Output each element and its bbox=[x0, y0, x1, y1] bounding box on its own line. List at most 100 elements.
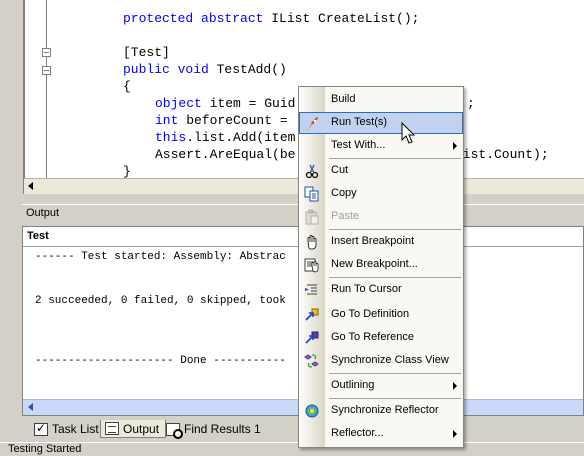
menu-item-build[interactable]: Build bbox=[299, 89, 463, 111]
menu-item-label: Copy bbox=[331, 187, 357, 199]
code-line: Assert.AreEqual(be bbox=[155, 146, 295, 163]
menu-item-run-to-cursor[interactable]: Run To Cursor bbox=[299, 279, 463, 301]
submenu-arrow-icon bbox=[453, 142, 457, 150]
reflector-icon bbox=[305, 404, 319, 418]
code-line: object item = Guid bbox=[155, 95, 295, 112]
rocket-icon bbox=[306, 117, 318, 131]
code-editor: protected abstract IList CreateList(); [… bbox=[0, 0, 584, 194]
menu-item-insert-breakpoint[interactable]: Insert Breakpoint bbox=[299, 231, 463, 253]
menu-item-label: Go To Reference bbox=[331, 331, 414, 343]
menu-item-go-to-reference[interactable]: Go To Reference bbox=[299, 327, 463, 349]
menu-item-cut[interactable]: Cut bbox=[299, 160, 463, 182]
menu-item-outlining[interactable]: Outlining bbox=[299, 375, 463, 397]
menu-item-go-to-definition[interactable]: Go To Definition bbox=[299, 304, 463, 326]
new-breakpoint-icon bbox=[304, 258, 319, 273]
tab-label: Output bbox=[123, 421, 160, 436]
tab-label: Find Results 1 bbox=[184, 422, 261, 436]
code-fragment: ; bbox=[467, 96, 475, 111]
submenu-arrow-icon bbox=[453, 430, 457, 438]
menu-item-label: Cut bbox=[331, 164, 349, 176]
tab-output[interactable]: Output bbox=[100, 420, 167, 438]
output-source-value: Test bbox=[27, 230, 49, 242]
menu-item-label: Run Test(s) bbox=[331, 116, 388, 128]
code-keyword: public void bbox=[123, 62, 209, 77]
menu-item-label: Reflector... bbox=[331, 427, 384, 439]
submenu-arrow-icon bbox=[453, 382, 457, 390]
menu-item-label: Paste bbox=[331, 210, 360, 222]
find-results-icon bbox=[166, 422, 183, 439]
synchronize-class-view-icon bbox=[304, 354, 319, 368]
code-text: .list.Add(item bbox=[186, 130, 296, 145]
status-bar: Testing Started bbox=[0, 442, 584, 456]
code-text: [Test] bbox=[123, 45, 170, 60]
output-line: 2 succeeded, 0 failed, 0 skipped, took bbox=[35, 295, 286, 307]
go-to-definition-icon bbox=[305, 308, 319, 321]
output-line: ------ Test started: Assembly: Abstrac bbox=[35, 251, 286, 263]
menu-item-reflector[interactable]: Reflector... bbox=[299, 423, 463, 445]
menu-item-label: Outlining bbox=[331, 379, 375, 391]
output-panel-title: Output bbox=[26, 207, 60, 219]
code-text: { bbox=[123, 79, 131, 94]
scroll-left-arrow-icon[interactable] bbox=[28, 403, 33, 411]
menu-separator bbox=[329, 277, 461, 278]
code-text: } bbox=[123, 164, 131, 178]
menu-item-label: Synchronize Class View bbox=[331, 354, 449, 366]
code-line: } bbox=[123, 163, 131, 178]
menu-separator bbox=[329, 229, 461, 230]
menu-separator bbox=[329, 158, 461, 159]
code-text: IList CreateList(); bbox=[263, 11, 420, 26]
collapse-box-icon[interactable] bbox=[42, 66, 51, 75]
menu-item-label: New Breakpoint... bbox=[331, 258, 418, 270]
paste-icon bbox=[305, 209, 319, 225]
context-menu: Build Run Test(s) Test With... Cut Copy … bbox=[298, 86, 464, 448]
scroll-left-arrow-icon[interactable] bbox=[28, 182, 33, 190]
menu-item-test-with[interactable]: Test With... bbox=[299, 135, 463, 157]
menu-item-paste: Paste bbox=[299, 206, 463, 228]
code-keyword: int bbox=[155, 113, 179, 128]
menu-item-label: Go To Definition bbox=[331, 308, 410, 320]
scissors-icon bbox=[305, 164, 319, 179]
tab-find-results[interactable]: Find Results 1 bbox=[162, 420, 267, 439]
menu-item-new-breakpoint[interactable]: New Breakpoint... bbox=[299, 254, 463, 276]
code-line: { bbox=[123, 78, 131, 95]
code-text: Assert.AreEqual(be bbox=[155, 147, 296, 162]
menu-item-run-tests[interactable]: Run Test(s) bbox=[299, 112, 463, 134]
run-to-cursor-icon bbox=[305, 284, 317, 295]
task-list-icon bbox=[34, 421, 48, 436]
menu-item-label: Synchronize Reflector bbox=[331, 404, 439, 416]
code-line: this.list.Add(item bbox=[155, 129, 295, 146]
code-text: beforeCount = bbox=[178, 113, 296, 128]
tab-label: Task List bbox=[52, 422, 99, 436]
tab-task-list[interactable]: Task List bbox=[30, 420, 105, 438]
code-line: int beforeCount = bbox=[155, 112, 295, 129]
code-keyword: protected abstract bbox=[123, 11, 264, 26]
outline-line bbox=[46, 0, 47, 178]
output-icon bbox=[105, 422, 119, 435]
menu-item-synchronize-class-view[interactable]: Synchronize Class View bbox=[299, 350, 463, 372]
code-line: [Test] bbox=[123, 44, 170, 61]
menu-item-label: Run To Cursor bbox=[331, 283, 402, 295]
code-line: protected abstract IList CreateList(); bbox=[123, 10, 419, 27]
menu-separator bbox=[329, 373, 461, 374]
output-line: --------------------- Done ----------- bbox=[35, 355, 286, 367]
code-keyword: this bbox=[155, 130, 187, 145]
ide-window: protected abstract IList CreateList(); [… bbox=[0, 0, 584, 456]
outline-gutter bbox=[25, 0, 53, 178]
menu-separator bbox=[329, 398, 461, 399]
code-text: item = Guid bbox=[201, 96, 296, 111]
menu-item-label: Insert Breakpoint bbox=[331, 235, 415, 247]
code-keyword: object bbox=[155, 96, 202, 111]
status-text: Testing Started bbox=[8, 443, 82, 455]
mouse-pointer-icon bbox=[401, 122, 416, 144]
go-to-reference-icon bbox=[305, 331, 319, 344]
copy-icon bbox=[304, 186, 319, 202]
hand-icon bbox=[307, 235, 317, 250]
menu-item-label: Build bbox=[331, 93, 356, 105]
code-text: TestAdd() bbox=[208, 62, 287, 77]
menu-item-synchronize-reflector[interactable]: Synchronize Reflector bbox=[299, 400, 463, 422]
editor-left-margin bbox=[0, 0, 24, 194]
menu-item-copy[interactable]: Copy bbox=[299, 183, 463, 205]
collapse-box-icon[interactable] bbox=[42, 48, 51, 57]
menu-item-label: Test With... bbox=[331, 139, 386, 151]
code-line: public void TestAdd() bbox=[123, 61, 287, 78]
